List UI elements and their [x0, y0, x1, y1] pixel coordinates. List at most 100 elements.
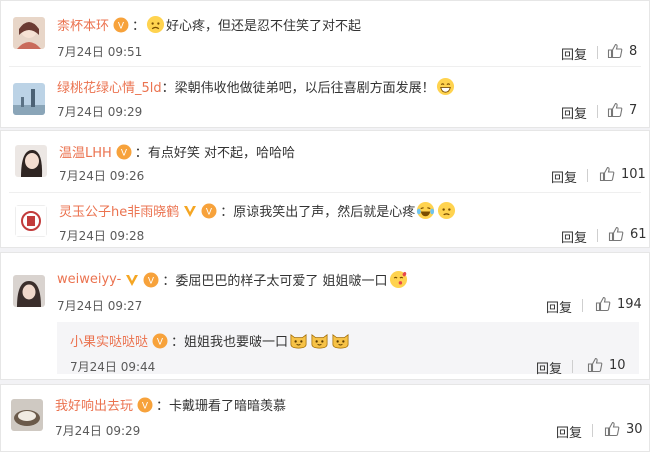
like-button[interactable]: 10 — [587, 357, 626, 373]
colon: ： — [132, 19, 146, 34]
username[interactable]: 温温LHH — [59, 142, 112, 161]
colon: ： — [220, 205, 234, 220]
thumbs-up-icon — [607, 43, 623, 59]
vip-badge-icon: V — [152, 333, 168, 348]
svg-text:V: V — [142, 401, 149, 411]
avatar[interactable] — [15, 205, 47, 237]
comment-line: 绿桃花绿心情_5ld ： 梁朝伟收他做徒弟吧，以后往喜剧方面发展！ — [57, 77, 456, 96]
worried-face-emoji — [438, 201, 456, 220]
avatar[interactable] — [11, 399, 43, 431]
reply-button[interactable]: 回复 — [556, 422, 582, 441]
like-button[interactable]: 101 — [599, 166, 646, 182]
like-button[interactable]: 194 — [595, 296, 642, 312]
thumbs-up-icon — [587, 357, 603, 373]
comment-text: 好心疼，但还是忍不住笑了对不起 — [166, 19, 362, 34]
cat-face-emoji — [290, 334, 307, 349]
reply-button[interactable]: 回复 — [561, 44, 587, 63]
colon: ： — [134, 146, 148, 161]
avatar[interactable] — [13, 17, 45, 49]
reply-button[interactable]: 回复 — [561, 103, 587, 122]
like-button[interactable]: 30 — [604, 421, 643, 437]
colon: ： — [161, 81, 175, 96]
verified-v-icon — [184, 205, 197, 217]
comment-line: 柰杯本环 V ： 好心疼，但还是忍不住笑了对不起 — [57, 15, 361, 34]
timestamp: 7月24日 09:29 — [57, 105, 143, 119]
like-count: 61 — [630, 226, 647, 242]
comment-text: 有点好笑 对不起，哈哈哈 — [147, 146, 295, 161]
like-button[interactable]: 7 — [607, 102, 637, 118]
comment-line: 温温LHH V ： 有点好笑 对不起，哈哈哈 — [59, 142, 295, 161]
svg-text:V: V — [121, 148, 128, 158]
comment-text: 原谅我笑出了声，然后就是心疼 — [233, 205, 416, 220]
like-count: 194 — [617, 296, 642, 312]
timestamp: 7月24日 09:28 — [59, 229, 145, 243]
comment-line: 灵玉公子he非雨晓鹤 V ： 原谅我笑出了声，然后就是心疼 — [59, 201, 457, 220]
vip-badge-icon: V — [201, 203, 217, 218]
like-count: 8 — [629, 43, 638, 59]
cat-face-emoji — [332, 334, 349, 349]
thumbs-up-icon — [608, 226, 624, 242]
colon: ： — [171, 335, 185, 350]
reply-button[interactable]: 回复 — [546, 297, 572, 316]
divider — [592, 424, 593, 437]
divider — [582, 299, 583, 312]
username[interactable]: 小果实哒哒哒 — [70, 331, 148, 350]
reply-button[interactable]: 回复 — [551, 167, 577, 186]
colon: ： — [156, 399, 170, 414]
username[interactable]: 绿桃花绿心情_5ld — [57, 77, 162, 96]
like-button[interactable]: 8 — [607, 43, 637, 59]
vip-badge-icon: V — [143, 272, 159, 287]
thumbs-up-icon — [595, 296, 611, 312]
comment-text: 委屈巴巴的样子太可爱了 姐姐啵一口 — [175, 274, 388, 289]
laugh-cry-emoji — [417, 201, 435, 220]
avatar[interactable] — [13, 83, 45, 115]
divider — [597, 229, 598, 242]
avatar[interactable] — [15, 145, 47, 177]
thumbs-up-icon — [599, 166, 615, 182]
thumbs-up-icon — [604, 421, 620, 437]
divider — [597, 46, 598, 59]
verified-v-icon — [126, 274, 139, 286]
divider — [587, 169, 588, 182]
cat-face-emoji — [311, 334, 328, 349]
reply-button[interactable]: 回复 — [536, 358, 562, 377]
sad-face-emoji — [146, 15, 165, 34]
reply-button[interactable]: 回复 — [561, 227, 587, 246]
like-count: 101 — [621, 166, 646, 182]
timestamp: 7月24日 09:44 — [70, 360, 156, 374]
comment-line: 小果实哒哒哒 V ： 姐姐我也要啵一口 — [70, 331, 351, 350]
timestamp: 7月24日 09:27 — [57, 299, 143, 313]
timestamp: 7月24日 09:26 — [59, 169, 145, 183]
timestamp: 7月24日 09:29 — [55, 424, 141, 438]
divider — [597, 105, 598, 118]
like-button[interactable]: 61 — [608, 226, 647, 242]
divider — [9, 192, 641, 193]
svg-text:V: V — [148, 276, 155, 286]
vip-badge-icon: V — [116, 144, 132, 159]
username[interactable]: 我好响出去玩 — [55, 395, 133, 414]
divider — [9, 66, 641, 67]
svg-text:V: V — [118, 21, 125, 31]
username[interactable]: 柰杯本环 — [57, 15, 109, 34]
username[interactable]: 灵玉公子he非雨晓鹤 — [59, 201, 179, 220]
comment-text: 卡戴珊看了暗暗羡慕 — [169, 399, 287, 414]
thumbs-up-icon — [607, 102, 623, 118]
comment-line: weiweiyy- V ： 委屈巴巴的样子太可爱了 姐姐啵一口 — [57, 270, 409, 289]
timestamp: 7月24日 09:51 — [57, 45, 143, 59]
like-count: 10 — [609, 357, 626, 373]
comment-text: 梁朝伟收他做徒弟吧，以后往喜剧方面发展！ — [174, 81, 435, 96]
avatar[interactable] — [13, 275, 45, 307]
comment-line: 我好响出去玩 V ： 卡戴珊看了暗暗羡慕 — [55, 395, 286, 414]
svg-text:V: V — [206, 207, 213, 217]
like-count: 7 — [629, 102, 638, 118]
grin-face-emoji — [436, 77, 454, 96]
username[interactable]: weiweiyy- — [57, 272, 121, 287]
vip-badge-icon: V — [113, 17, 129, 32]
colon: ： — [162, 274, 176, 289]
svg-text:V: V — [157, 337, 164, 347]
like-count: 30 — [626, 421, 643, 437]
kiss-face-emoji — [389, 270, 407, 289]
divider — [572, 360, 573, 373]
vip-badge-icon: V — [137, 397, 153, 412]
comment-text: 姐姐我也要啵一口 — [184, 335, 289, 350]
